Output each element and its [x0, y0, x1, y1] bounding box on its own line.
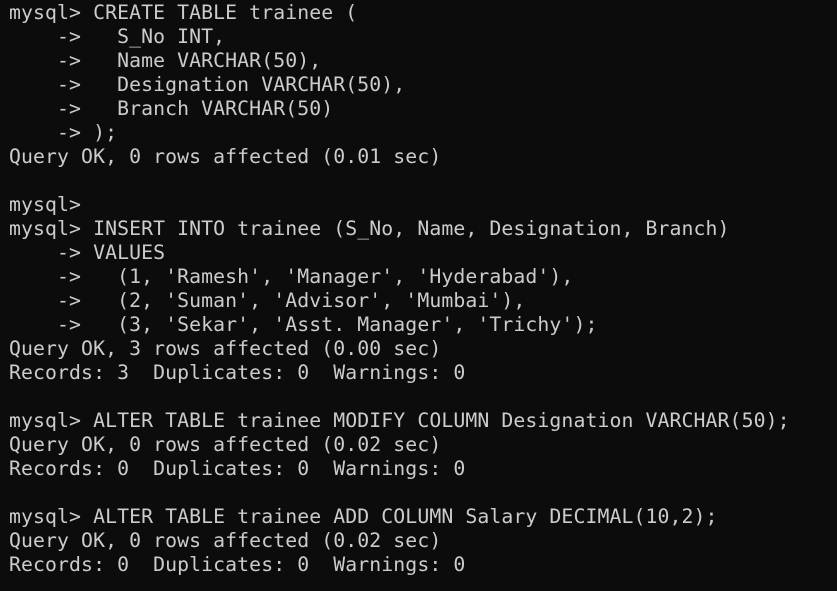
terminal-line: -> (2, 'Suman', 'Advisor', 'Mumbai'), [9, 289, 526, 312]
terminal-line: mysql> [9, 193, 82, 216]
terminal-line: -> VALUES [9, 241, 166, 264]
terminal-line: -> (3, 'Sekar', 'Asst. Manager', 'Trichy… [9, 313, 598, 336]
terminal-line: Records: 3 Duplicates: 0 Warnings: 0 [9, 361, 466, 384]
terminal-line: mysql> ALTER TABLE trainee MODIFY COLUMN… [9, 409, 790, 432]
terminal-line: mysql> CREATE TABLE trainee ( [9, 1, 358, 24]
terminal-line: Query OK, 0 rows affected (0.01 sec) [9, 145, 442, 168]
terminal-line: -> Name VARCHAR(50), [9, 49, 322, 72]
terminal-line: -> (1, 'Ramesh', 'Manager', 'Hyderabad')… [9, 265, 574, 288]
terminal-line: -> S_No INT, [9, 25, 226, 48]
terminal-window[interactable]: mysql> CREATE TABLE trainee ( -> S_No IN… [0, 0, 837, 591]
terminal-line: -> Branch VARCHAR(50) [9, 97, 334, 120]
terminal-line: -> ); [9, 121, 118, 144]
terminal-line: Query OK, 3 rows affected (0.00 sec) [9, 337, 442, 360]
terminal-line: mysql> ALTER TABLE trainee ADD COLUMN Sa… [9, 505, 718, 528]
terminal-line: Query OK, 0 rows affected (0.02 sec) [9, 529, 442, 552]
terminal-line: -> Designation VARCHAR(50), [9, 73, 406, 96]
terminal-line: Records: 0 Duplicates: 0 Warnings: 0 [9, 457, 466, 480]
terminal-line: Records: 0 Duplicates: 0 Warnings: 0 [9, 553, 466, 576]
terminal-line: Query OK, 0 rows affected (0.02 sec) [9, 433, 442, 456]
terminal-line: mysql> INSERT INTO trainee (S_No, Name, … [9, 217, 730, 240]
